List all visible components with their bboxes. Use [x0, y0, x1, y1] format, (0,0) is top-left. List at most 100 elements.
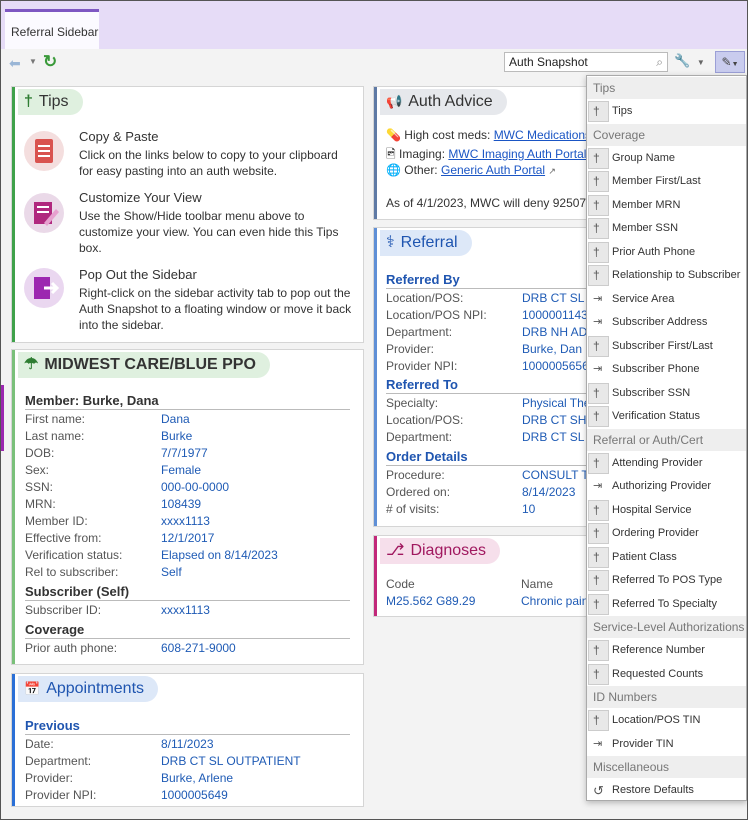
subscriber-id-value[interactable]: xxxx1113	[161, 603, 210, 617]
referral-title: Referral	[400, 234, 458, 251]
menu-item-provider-tin[interactable]: ⇥ Provider TIN	[587, 733, 746, 756]
appt-date-label: Date:	[25, 737, 54, 751]
menu-item-hospital-service[interactable]: † Hospital Service	[587, 499, 746, 522]
menu-item-service-area[interactable]: ⇥ Service Area	[587, 288, 746, 311]
menu-item-group-name[interactable]: † Group Name	[587, 147, 746, 170]
subscriber-heading: Subscriber (Self)	[25, 584, 130, 599]
menu-item-attending-provider[interactable]: † Attending Provider	[587, 452, 746, 475]
menu-item-verification-status[interactable]: † Verification Status	[587, 405, 746, 428]
num-visits-value[interactable]: 10	[522, 502, 535, 516]
menu-item-member-first-last[interactable]: † Member First/Last	[587, 170, 746, 193]
menu-group-miscellaneous: Miscellaneous	[587, 756, 746, 778]
menu-item-subscriber-phone[interactable]: ⇥ Subscriber Phone	[587, 358, 746, 381]
last-name-value[interactable]: Burke	[161, 429, 192, 443]
tips-card-accent	[12, 87, 15, 342]
name-column-header: Name	[521, 577, 554, 591]
ref-by-provider-npi-label: Provider NPI:	[386, 359, 458, 373]
megaphone-icon: 📢	[386, 94, 403, 109]
search-icon[interactable]: ⌕	[656, 55, 663, 70]
first-name-value[interactable]: Dana	[161, 412, 190, 426]
menu-item-ordering-provider[interactable]: † Ordering Provider	[587, 522, 746, 545]
mwc-medications-link[interactable]: MWC Medications	[494, 128, 591, 142]
show-hide-menu-button[interactable]: ✎▼	[715, 51, 745, 73]
appointments-header: 📅 Appointments	[18, 676, 159, 702]
ref-to-specialty-value[interactable]: Physical The	[522, 396, 590, 410]
tab-referral-sidebar[interactable]: Referral Sidebar	[5, 9, 99, 49]
prior-auth-phone-value[interactable]: 608-271-9000	[161, 641, 236, 655]
wrench-menu-button[interactable]: 🔧 ▼	[674, 53, 708, 71]
procedure-label: Procedure:	[386, 468, 445, 482]
menu-item-subscriber-ssn[interactable]: † Subscriber SSN	[587, 382, 746, 405]
ref-by-department-value[interactable]: DRB NH ADI	[522, 325, 591, 339]
menu-item-requested-counts[interactable]: † Requested Counts	[587, 663, 746, 686]
appt-provider-value[interactable]: Burke, Arlene	[161, 771, 233, 785]
appointments-card-accent	[12, 674, 15, 806]
ref-by-provider-value[interactable]: Burke, Dan	[522, 342, 582, 356]
toolbar: ⬅ ▼ ↻ ⌕ 🔧 ▼ ✎▼	[1, 49, 747, 77]
referral-card-accent	[374, 228, 377, 526]
ref-by-location-label: Location/POS:	[386, 291, 464, 305]
external-link-icon: ↗	[548, 166, 556, 176]
generic-auth-portal-link[interactable]: Generic Auth Portal	[441, 163, 545, 177]
rel-to-subscriber-value[interactable]: Self	[161, 565, 182, 579]
appt-department-value[interactable]: DRB CT SL OUTPATIENT	[161, 754, 301, 768]
num-visits-label: # of visits:	[386, 502, 440, 516]
back-history-dropdown-icon[interactable]: ▼	[29, 57, 37, 66]
ref-by-department-label: Department:	[386, 325, 453, 339]
menu-item-label: Subscriber SSN	[612, 386, 691, 399]
menu-item-tips[interactable]: † Tips	[587, 100, 746, 123]
dob-value[interactable]: 7/7/1977	[161, 446, 208, 460]
appt-provider-npi-value[interactable]: 1000005649	[161, 788, 228, 802]
menu-item-authorizing-provider[interactable]: ⇥ Authorizing Provider	[587, 475, 746, 498]
menu-item-member-ssn[interactable]: † Member SSN	[587, 217, 746, 240]
menu-item-referred-to-pos-type[interactable]: † Referred To POS Type	[587, 569, 746, 592]
globe-icon: 🌐	[386, 163, 401, 177]
appt-date-value[interactable]: 8/11/2023	[161, 737, 214, 751]
ref-to-location-value[interactable]: DRB CT SHO	[522, 413, 596, 427]
menu-item-prior-auth-phone[interactable]: † Prior Auth Phone	[587, 241, 746, 264]
divider	[25, 409, 350, 410]
pop-out-icon	[24, 268, 64, 308]
referral-card: ⚕ Referral Referred By Location/POS: DRB …	[373, 227, 604, 527]
verification-status-value[interactable]: Elapsed on 8/14/2023	[161, 548, 278, 562]
advice-line-other: 🌐 Other: Generic Auth Portal ↗	[386, 163, 556, 177]
pin-icon: †	[593, 666, 600, 681]
mrn-value[interactable]: 108439	[161, 497, 201, 511]
menu-item-label: Member First/Last	[612, 175, 701, 187]
appointments-card: 📅 Appointments Previous Date: 8/11/2023 D…	[11, 673, 364, 807]
menu-item-label: Referred To POS Type	[612, 574, 723, 586]
menu-item-relationship-to-subscriber[interactable]: † Relationship to Subscriber	[587, 264, 746, 287]
back-arrow-icon[interactable]: ⬅	[9, 55, 21, 72]
menu-item-location-pos-tin[interactable]: † Location/POS TIN	[587, 709, 746, 732]
mwc-imaging-auth-portal-link[interactable]: MWC Imaging Auth Portal	[448, 147, 586, 161]
menu-item-restore-defaults[interactable]: ↺ Restore Defaults	[587, 779, 746, 802]
coverage-header: ☂ MIDWEST CARE/BLUE PPO	[18, 352, 270, 378]
tips-title: Tips	[38, 93, 69, 110]
sex-value[interactable]: Female	[161, 463, 201, 477]
menu-item-referred-to-specialty[interactable]: † Referred To Specialty	[587, 593, 746, 616]
divider	[386, 393, 604, 394]
ssn-value[interactable]: 000-00-0000	[161, 480, 229, 494]
menu-item-reference-number[interactable]: † Reference Number	[587, 639, 746, 662]
menu-item-subscriber-first-last[interactable]: † Subscriber First/Last	[587, 335, 746, 358]
menu-item-member-mrn[interactable]: † Member MRN	[587, 194, 746, 217]
unpinned-pin-icon: ⇥	[593, 363, 603, 375]
prior-auth-phone-label: Prior auth phone:	[25, 641, 118, 655]
diagnosis-name[interactable]: Chronic pain	[521, 594, 588, 608]
diagnosis-code[interactable]: M25.562 G89.29	[386, 594, 475, 608]
pin-icon: †	[593, 268, 600, 282]
refresh-icon[interactable]: ↻	[43, 52, 57, 72]
effective-from-value[interactable]: 12/1/2017	[161, 531, 214, 545]
ref-by-location-npi-value[interactable]: 1000001143	[522, 308, 588, 322]
menu-item-subscriber-address[interactable]: ⇥ Subscriber Address	[587, 311, 746, 334]
ordered-on-value[interactable]: 8/14/2023	[522, 485, 575, 499]
menu-item-patient-class[interactable]: † Patient Class	[587, 546, 746, 569]
member-id-value[interactable]: xxxx1113	[161, 514, 210, 528]
diagnoses-header: ⎇ Diagnoses	[380, 538, 501, 564]
activity-search-input[interactable]	[505, 53, 653, 71]
ssn-label: SSN:	[25, 480, 54, 494]
ref-by-provider-npi-value[interactable]: 1000005656	[522, 359, 589, 373]
menu-item-label: Tips	[612, 105, 633, 117]
ref-by-location-value[interactable]: DRB CT SL N	[522, 291, 596, 305]
coverage-title: MIDWEST CARE/BLUE PPO	[44, 356, 256, 373]
